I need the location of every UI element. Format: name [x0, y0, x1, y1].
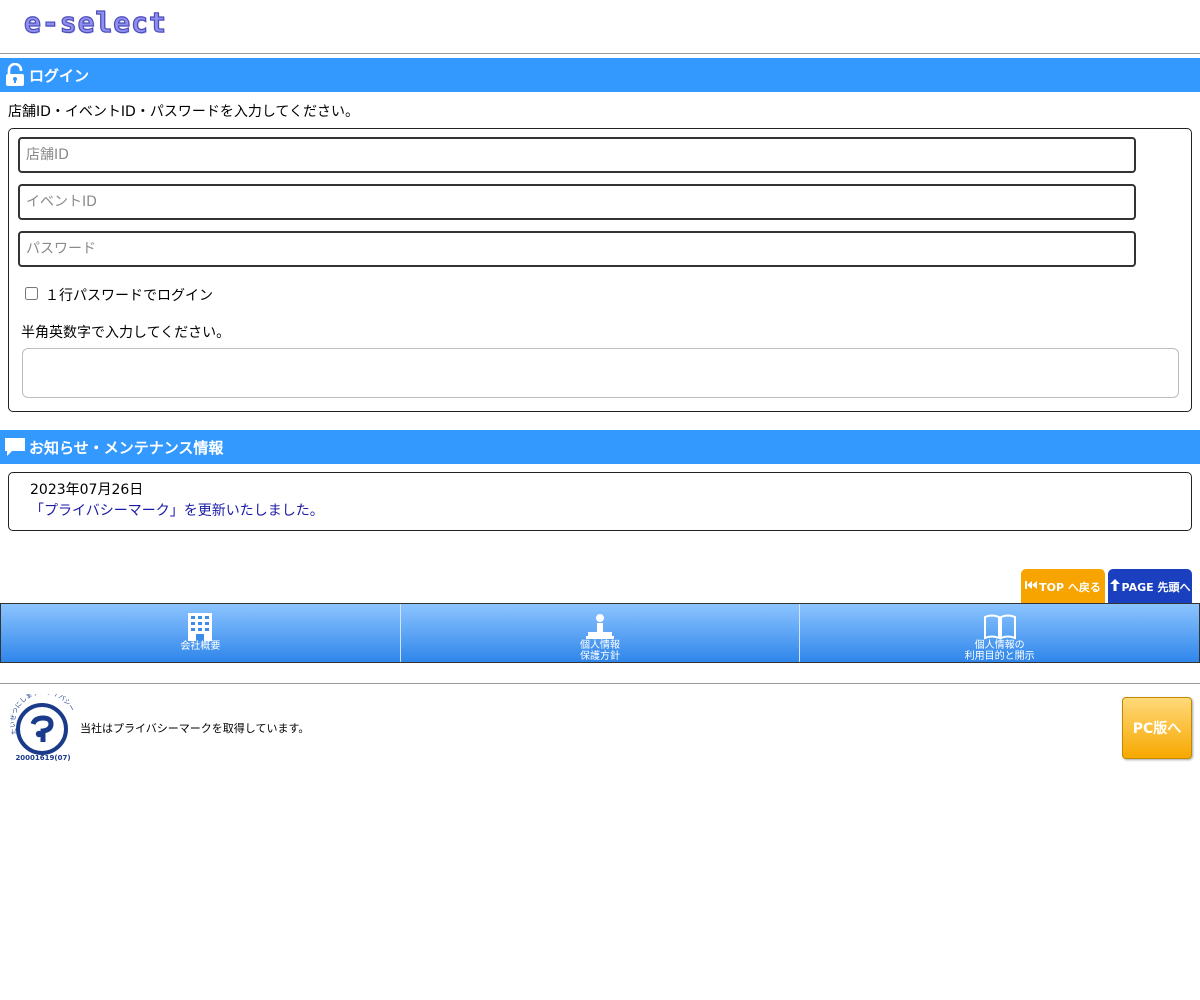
one-line-password-checkbox[interactable] [25, 286, 38, 300]
password-input[interactable] [18, 231, 1136, 267]
skip-back-icon [1025, 580, 1038, 593]
news-link[interactable]: 「プライバシーマーク」を更新いたしました。 [30, 500, 324, 520]
book-icon [983, 611, 1017, 640]
lock-icon [2, 62, 28, 88]
event-id-input[interactable] [18, 184, 1136, 220]
news-date: 2023年07月26日 [30, 482, 144, 498]
back-to-top-button[interactable]: TOP へ戻る [1021, 569, 1105, 604]
nav-company[interactable]: 会社概要 [0, 604, 400, 662]
arrow-up-icon [1109, 579, 1120, 594]
login-form: １行パスワードでログイン 半角英数字で入力してください。 [8, 128, 1192, 412]
nav-privacy-policy-line1: 個人情報 [580, 640, 620, 651]
news-section-bar: お知らせ・メンテナンス情報 [0, 430, 1200, 464]
nav-usage-line2: 利用目的と開示 [964, 651, 1035, 662]
nav-privacy-policy[interactable]: 個人情報 保護方針 [399, 604, 800, 662]
person-info-icon [584, 611, 616, 640]
logo[interactable]: e-select [23, 5, 167, 39]
login-section-bar: ログイン [0, 58, 1200, 92]
header: e-select [0, 0, 1200, 54]
store-id-input[interactable] [18, 137, 1136, 173]
pc-version-button[interactable]: PC版へ [1122, 697, 1192, 759]
login-instruction: 店舗ID・イベントID・パスワードを入力してください。 [8, 104, 359, 120]
one-line-password-label: １行パスワードでログイン [45, 288, 213, 304]
building-icon [187, 611, 213, 641]
privacy-mark-number: 20001619(07) [15, 754, 70, 762]
footer-divider [0, 683, 1200, 684]
one-line-hint: 半角英数字で入力してください。 [21, 325, 231, 341]
one-line-password-textarea[interactable] [22, 348, 1179, 398]
news-title: お知らせ・メンテナンス情報 [29, 438, 224, 457]
nav-usage-disclosure[interactable]: 個人情報の 利用目的と開示 [799, 604, 1200, 662]
back-to-top-label: TOP へ戻る [1039, 580, 1101, 594]
page-top-button[interactable]: PAGE 先頭へ [1108, 569, 1192, 604]
speech-bubble-icon [2, 434, 28, 460]
nav-usage-line1: 個人情報の [974, 640, 1025, 651]
nav-company-label: 会社概要 [180, 641, 221, 652]
page-top-label: PAGE 先頭へ [1121, 580, 1191, 594]
footer-nav: 会社概要 個人情報 保護方針 個人情報の 利用目的と開示 [0, 603, 1200, 663]
nav-privacy-policy-line2: 保護方針 [580, 651, 620, 662]
privacy-mark-logo: たいせつにしますプライバシー 20001619(07) [9, 688, 77, 762]
privacy-mark-statement: 当社はプライバシーマークを取得しています。 [80, 722, 310, 735]
one-line-password-option[interactable]: １行パスワードでログイン [25, 285, 213, 305]
login-title: ログイン [29, 66, 90, 85]
news-list: 2023年07月26日 「プライバシーマーク」を更新いたしました。 [8, 472, 1192, 531]
